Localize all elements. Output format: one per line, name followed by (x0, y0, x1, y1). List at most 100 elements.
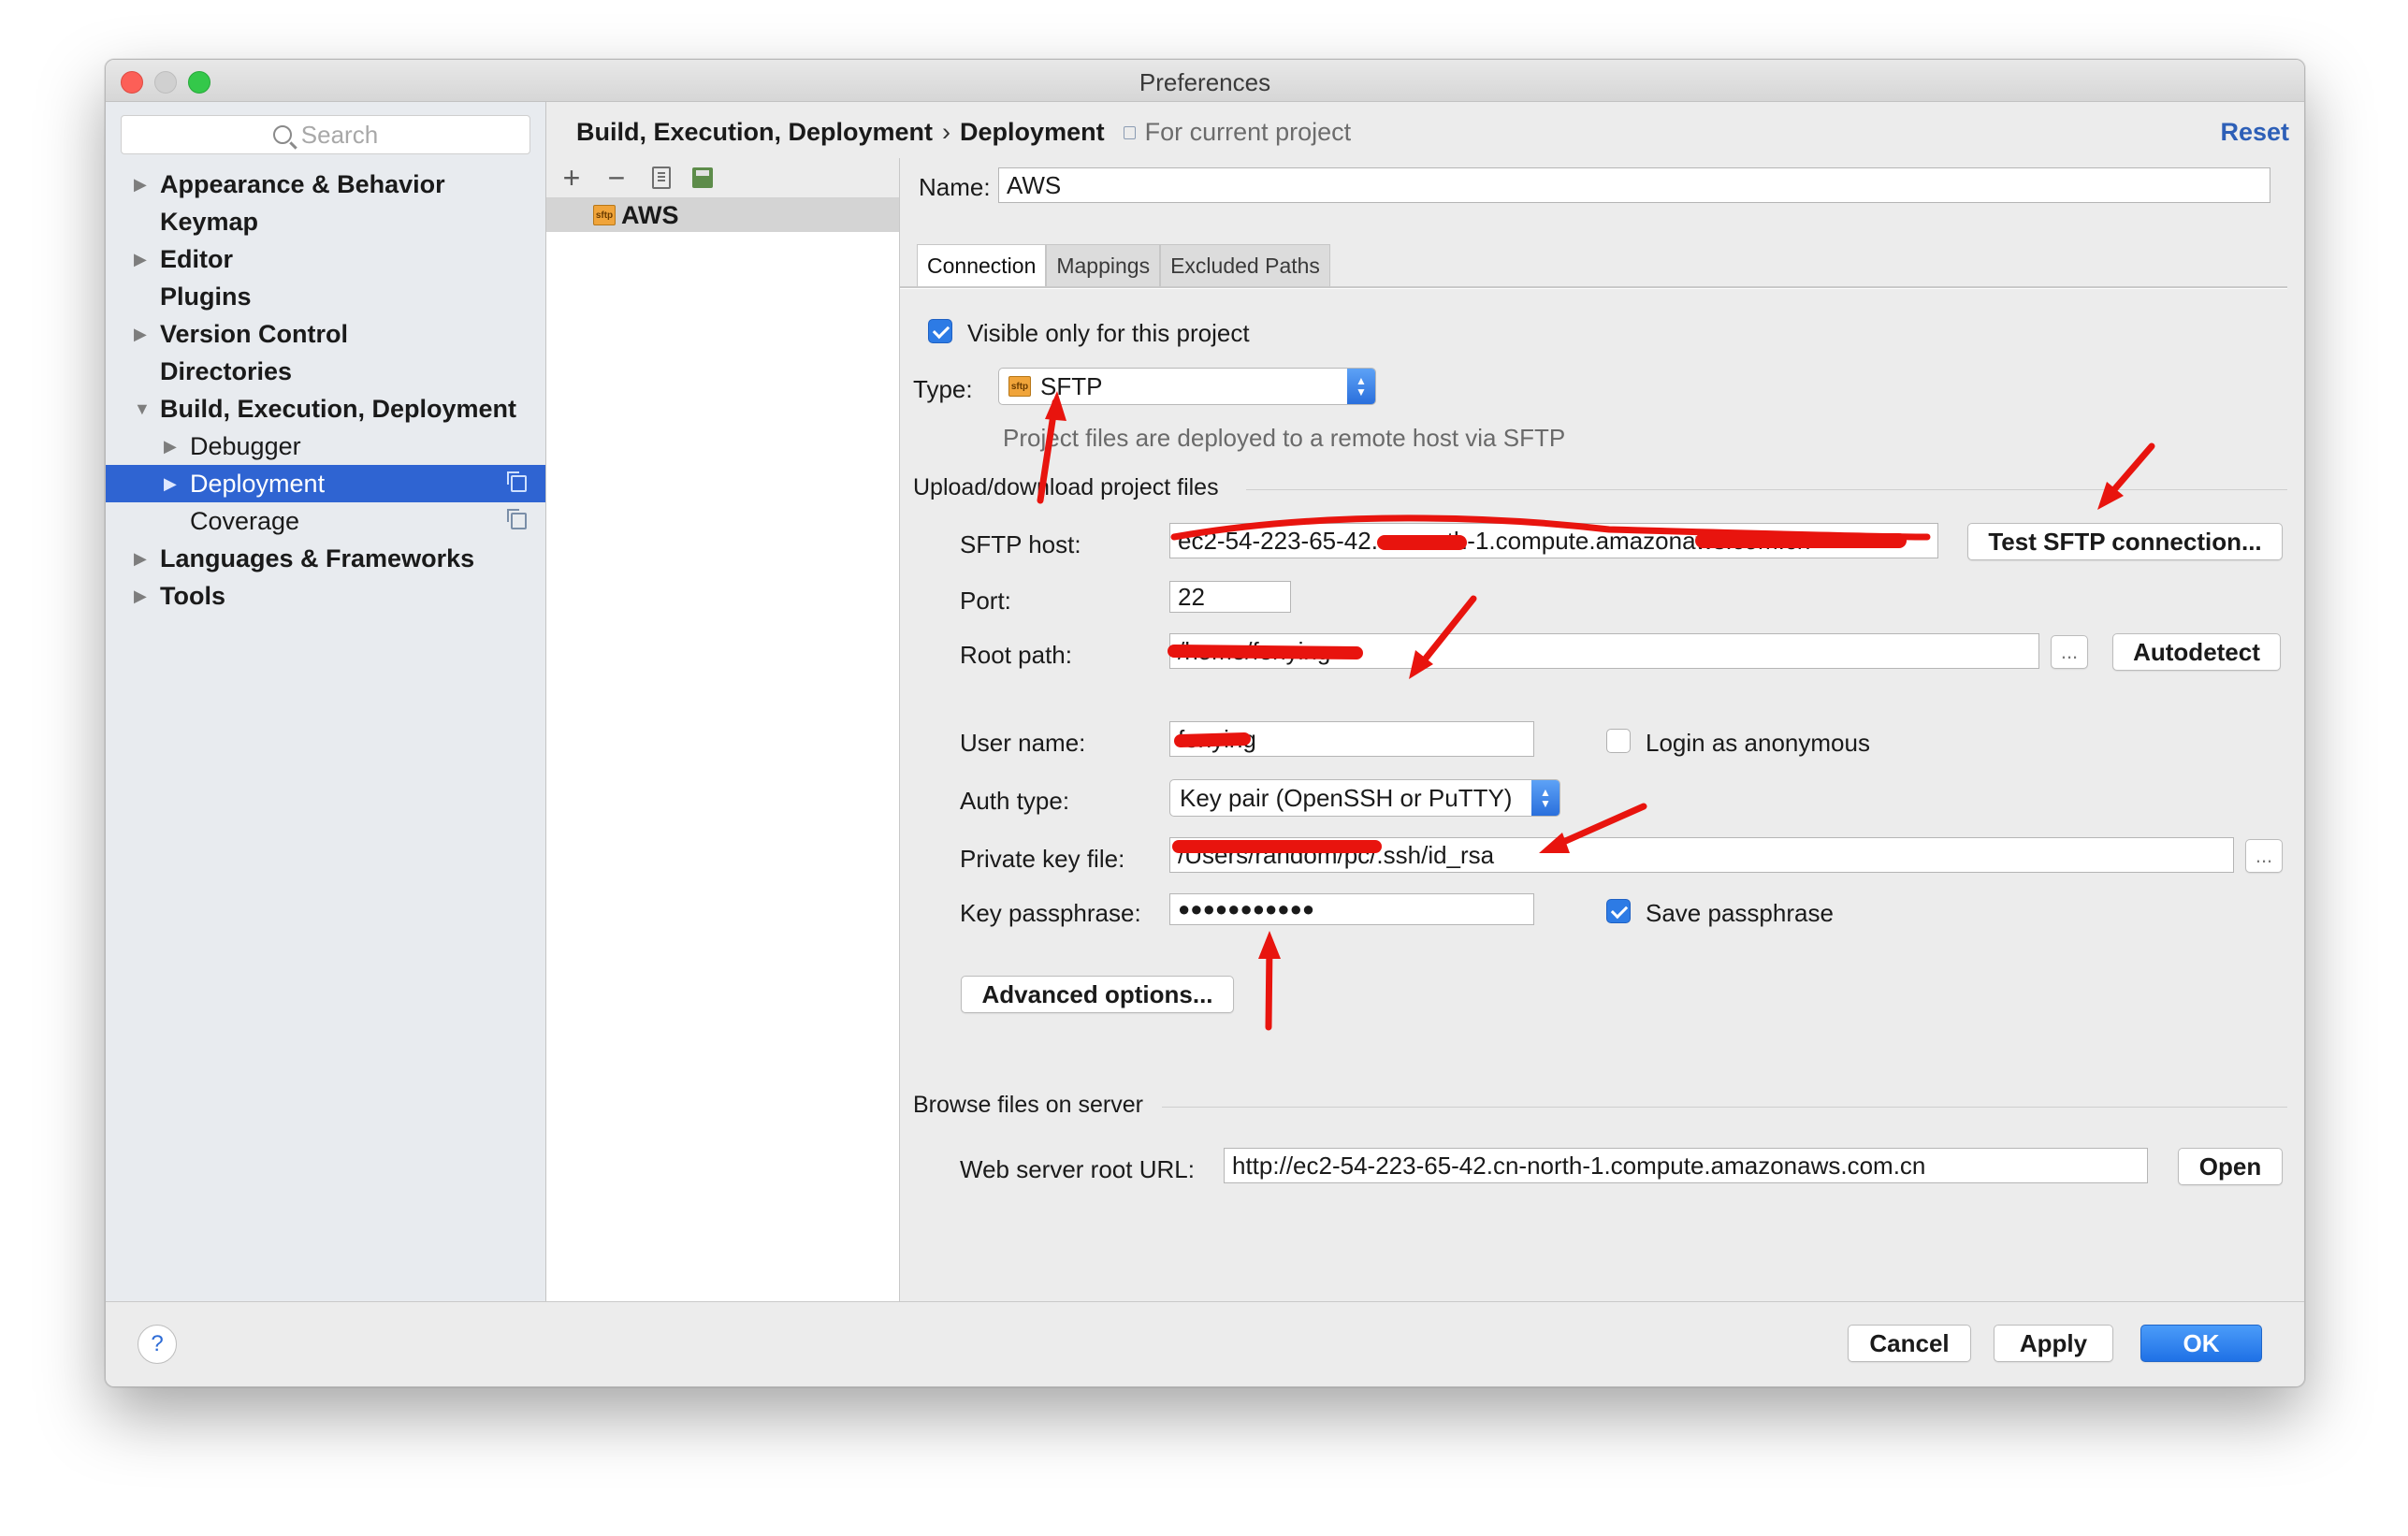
expand-arrow-icon[interactable]: ▶ (134, 175, 147, 195)
search-input[interactable]: Search (121, 115, 530, 154)
autodetect-button[interactable]: Autodetect (2112, 633, 2281, 671)
sidebar-item-directories[interactable]: Directories (106, 353, 545, 390)
reset-link[interactable]: Reset (2220, 118, 2289, 147)
name-label: Name: (919, 173, 991, 201)
scope-indicator: For current project (1123, 118, 1351, 147)
browse-section-title: Browse files on server (913, 1092, 1143, 1118)
sftp-icon: sftp (593, 205, 616, 225)
sidebar-item-build-execution-deployment[interactable]: ▼ Build, Execution, Deployment (106, 390, 545, 427)
section-divider (1162, 1107, 2287, 1108)
expand-arrow-icon[interactable]: ▶ (164, 437, 177, 456)
auth-type-label: Auth type: (960, 787, 1070, 815)
login-anonymous-checkbox[interactable] (1606, 729, 1631, 753)
connection-tab-body: Visible only for this project Type: sftp… (900, 288, 2287, 1299)
web-root-label: Web server root URL: (960, 1155, 1195, 1183)
save-passphrase-label: Save passphrase (1646, 899, 1834, 927)
sidebar-item-plugins[interactable]: Plugins (106, 278, 545, 315)
auth-type-select[interactable]: Key pair (OpenSSH or PuTTY) ▲ ▼ (1169, 779, 1560, 817)
search-placeholder: Search (300, 120, 379, 149)
server-list-toolbar: + − (546, 158, 899, 198)
user-name-label: User name: (960, 729, 1086, 757)
type-label: Type: (913, 375, 973, 403)
sftp-host-label: SFTP host: (960, 530, 1081, 558)
expand-arrow-icon[interactable]: ▶ (134, 325, 147, 344)
sidebar-item-coverage[interactable]: Coverage (106, 502, 545, 540)
root-path-label: Root path: (960, 641, 1072, 669)
advanced-options-button[interactable]: Advanced options... (961, 976, 1234, 1013)
window-title: Preferences (1139, 68, 1271, 96)
project-scope-icon (507, 509, 527, 529)
dialog-footer: ? Cancel Apply OK (106, 1301, 2304, 1386)
type-select[interactable]: sftp SFTP ▲ ▼ (998, 368, 1376, 405)
expand-arrow-icon[interactable]: ▶ (134, 549, 147, 569)
search-icon (272, 125, 292, 144)
tab-connection[interactable]: Connection (917, 244, 1047, 287)
title-bar: Preferences (106, 60, 2304, 102)
sidebar-item-version-control[interactable]: ▶ Version Control (106, 315, 545, 353)
settings-content: Build, Execution, Deployment › Deploymen… (546, 102, 2304, 1301)
root-path-field[interactable]: /home/fenying (1169, 633, 2039, 669)
type-hint: Project files are deployed to a remote h… (1003, 424, 1566, 452)
remove-server-button[interactable]: − (601, 161, 632, 195)
sidebar-item-languages-frameworks[interactable]: ▶ Languages & Frameworks (106, 540, 545, 577)
sftp-host-field[interactable]: ec2-54-223-65-42.cn-north-1.compute.amaz… (1169, 523, 1938, 558)
name-field[interactable]: AWS (998, 167, 2270, 203)
server-list-panel: + − sftp AWS (546, 158, 900, 1301)
root-path-browse-button[interactable]: ... (2051, 635, 2088, 669)
breadcrumb: Build, Execution, Deployment › Deploymen… (576, 118, 1351, 147)
visible-only-label: Visible only for this project (967, 319, 1250, 347)
tab-excluded-paths[interactable]: Excluded Paths (1160, 244, 1330, 287)
port-field[interactable]: 22 (1169, 581, 1291, 613)
private-key-label: Private key file: (960, 845, 1125, 873)
project-scope-icon (1123, 125, 1136, 139)
sidebar-item-debugger[interactable]: ▶ Debugger (106, 427, 545, 465)
expand-arrow-icon[interactable]: ▶ (134, 250, 147, 269)
save-passphrase-checkbox[interactable] (1606, 899, 1631, 923)
select-stepper-icon: ▲ ▼ (1347, 369, 1375, 404)
visible-only-checkbox[interactable] (928, 319, 952, 343)
login-anonymous-label: Login as anonymous (1646, 729, 1870, 757)
upload-section-title: Upload/download project files (913, 474, 1219, 500)
sidebar-item-deployment[interactable]: ▶ Deployment (106, 465, 545, 502)
breadcrumb-separator: › (942, 118, 951, 146)
server-item-aws[interactable]: sftp AWS (546, 198, 899, 232)
copy-server-button[interactable] (646, 162, 677, 194)
expand-arrow-icon[interactable]: ▶ (164, 474, 177, 494)
cancel-button[interactable]: Cancel (1848, 1325, 1971, 1362)
sidebar-item-editor[interactable]: ▶ Editor (106, 240, 545, 278)
web-root-url-field[interactable]: http://ec2-54-223-65-42.cn-north-1.compu… (1224, 1148, 2148, 1183)
sftp-icon: sftp (1008, 376, 1031, 397)
breadcrumb-parent: Build, Execution, Deployment (576, 118, 934, 146)
apply-button[interactable]: Apply (1994, 1325, 2113, 1362)
config-tabs: Connection Mappings Excluded Paths (917, 244, 1330, 287)
help-button[interactable]: ? (138, 1325, 177, 1364)
server-config-form: Name: AWS Connection Mappings Excluded P… (900, 158, 2304, 1301)
sidebar-item-appearance-behavior[interactable]: ▶ Appearance & Behavior (106, 166, 545, 203)
copy-icon (652, 167, 671, 189)
project-scope-icon (507, 471, 527, 492)
port-label: Port: (960, 587, 1011, 615)
settings-sidebar: Search ▶ Appearance & Behavior Keymap ▶ … (106, 102, 546, 1301)
expand-arrow-icon[interactable]: ▶ (134, 587, 147, 606)
private-key-browse-button[interactable]: ... (2245, 839, 2283, 873)
sidebar-item-tools[interactable]: ▶ Tools (106, 577, 545, 615)
sidebar-item-keymap[interactable]: Keymap (106, 203, 545, 240)
save-icon (692, 167, 713, 188)
key-passphrase-field[interactable]: ●●●●●●●●●●● (1169, 893, 1534, 925)
default-server-button[interactable] (687, 162, 718, 194)
collapse-arrow-icon[interactable]: ▼ (134, 399, 151, 419)
settings-tree: ▶ Appearance & Behavior Keymap ▶ Editor … (106, 166, 545, 615)
auth-type-value: Key pair (OpenSSH or PuTTY) (1180, 783, 1513, 812)
breadcrumb-current: Deployment (960, 118, 1105, 146)
test-sftp-connection-button[interactable]: Test SFTP connection... (1967, 523, 2283, 560)
key-passphrase-label: Key passphrase: (960, 899, 1141, 927)
ok-button[interactable]: OK (2140, 1325, 2262, 1362)
add-server-button[interactable]: + (556, 161, 587, 195)
user-name-field[interactable]: fenying (1169, 721, 1534, 757)
tab-mappings[interactable]: Mappings (1046, 244, 1161, 287)
open-button[interactable]: Open (2178, 1148, 2283, 1185)
select-stepper-icon: ▲ ▼ (1531, 780, 1559, 816)
private-key-field[interactable]: /Users/random/pc/.ssh/id_rsa (1169, 837, 2234, 873)
type-value: SFTP (1040, 371, 1103, 400)
preferences-window: Preferences Search ▶ Appearance & Behavi… (105, 59, 2305, 1387)
